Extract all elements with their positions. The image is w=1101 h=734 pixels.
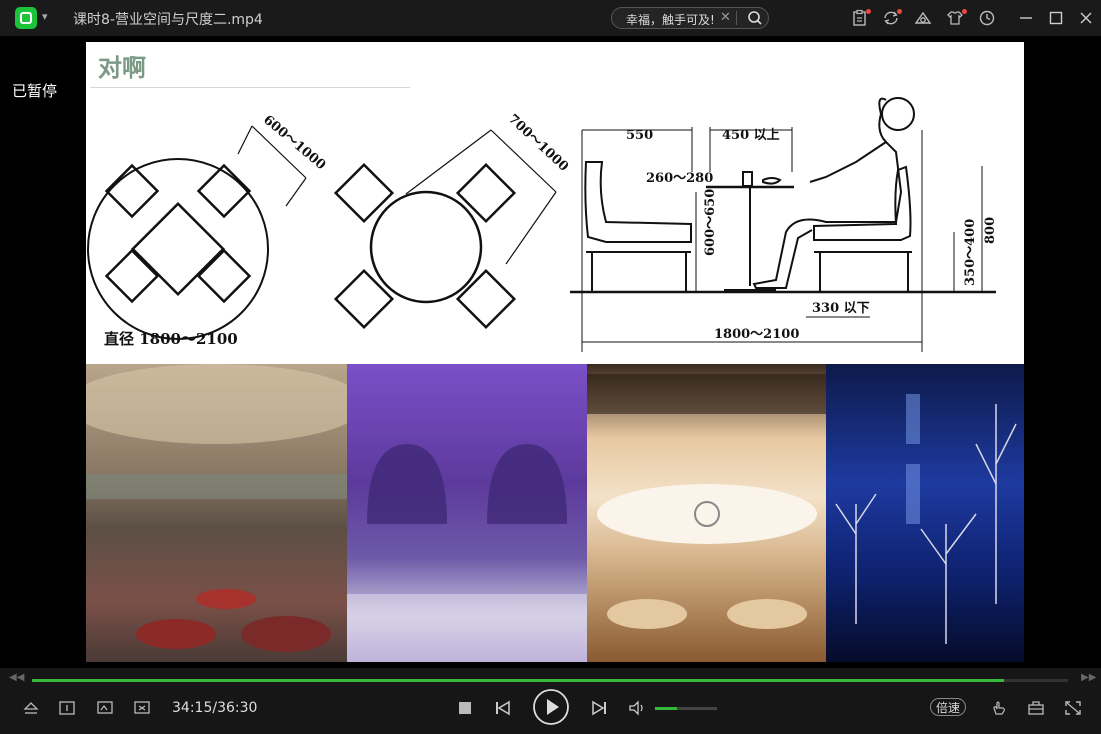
next-button[interactable] (590, 700, 608, 716)
gesture-hand-icon[interactable] (990, 700, 1008, 716)
maximize-button[interactable] (1047, 9, 1065, 27)
title-bar: ▾ 课时8-营业空间与尺度二.mp4 幸福，触手可及! ✕ (0, 0, 1101, 36)
search-box[interactable]: 幸福，触手可及! ✕ (611, 7, 769, 29)
progress-fill (32, 679, 1004, 682)
subtitle-icon[interactable] (58, 700, 76, 716)
volume-icon[interactable] (628, 700, 646, 716)
chevron-down-icon[interactable]: ▾ (42, 10, 48, 23)
dim-800: 800 (983, 217, 998, 244)
stop-button[interactable] (458, 701, 472, 715)
dim-330-below: 330 以下 (812, 301, 870, 316)
slide-diagram: 对啊 600～1000 直径 1800～2100 700～1000 550 45… (86, 42, 1024, 364)
dim-350-400: 350～400 (963, 219, 978, 286)
dim-450-above: 450 以上 (722, 128, 780, 143)
dim-600-1000: 600～1000 (260, 113, 328, 174)
search-icon[interactable] (745, 9, 765, 27)
blue-tree-room-photo (826, 364, 1024, 662)
search-input[interactable]: 幸福，触手可及! (626, 11, 715, 28)
screenshot-icon[interactable] (96, 700, 114, 716)
diameter-caption: 直径 1800～2100 (104, 330, 238, 348)
time-display: 34:15/36:30 (172, 700, 258, 716)
square-table-diagram: 600～1000 直径 1800～2100 (87, 113, 328, 348)
video-file-title: 课时8-营业空间与尺度二.mp4 (73, 12, 263, 28)
eject-icon[interactable] (22, 700, 40, 716)
dim-550: 550 (626, 128, 653, 143)
play-button[interactable] (532, 688, 570, 726)
playback-speed-button[interactable]: 倍速 (930, 698, 966, 716)
dim-260-280: 260～280 (646, 171, 713, 186)
volume-fill (655, 707, 677, 710)
clip-icon[interactable] (133, 700, 151, 716)
furniture-dimension-drawing: 600～1000 直径 1800～2100 700～1000 550 450 以… (87, 97, 998, 352)
dim-total: 1800～2100 (714, 327, 799, 342)
purple-hall-photo (347, 364, 587, 662)
history-clock-icon[interactable] (978, 9, 996, 27)
dim-700-1000: 700～1000 (505, 112, 571, 175)
minimize-button[interactable] (1017, 9, 1035, 27)
slide-photos (86, 364, 1024, 662)
restaurant-photo (86, 364, 347, 662)
previous-button[interactable] (494, 700, 512, 716)
clear-search-icon[interactable]: ✕ (720, 10, 731, 25)
seek-forward-icon[interactable]: ▶▶ (1081, 672, 1096, 683)
video-frame[interactable]: 对啊 600～1000 直径 1800～2100 700～1000 550 45… (86, 42, 1024, 662)
seek-back-icon[interactable]: ◀◀ (9, 672, 24, 683)
close-button[interactable] (1077, 9, 1095, 27)
progress-bar[interactable] (32, 679, 1068, 682)
app-logo-icon[interactable] (15, 7, 37, 29)
round-table-diagram: 700～1000 (333, 112, 571, 330)
dim-600-650: 600～650 (703, 189, 718, 256)
paused-status: 已暂停 (12, 82, 58, 100)
toolbox-icon[interactable] (1027, 700, 1045, 716)
banquet-hall-photo (587, 364, 826, 662)
player-controls: ◀◀ ▶▶ 34:15/36:30 倍速 (0, 668, 1101, 734)
fullscreen-icon[interactable] (1064, 700, 1082, 716)
gift-box-icon[interactable] (914, 9, 932, 27)
volume-slider[interactable] (655, 707, 717, 710)
